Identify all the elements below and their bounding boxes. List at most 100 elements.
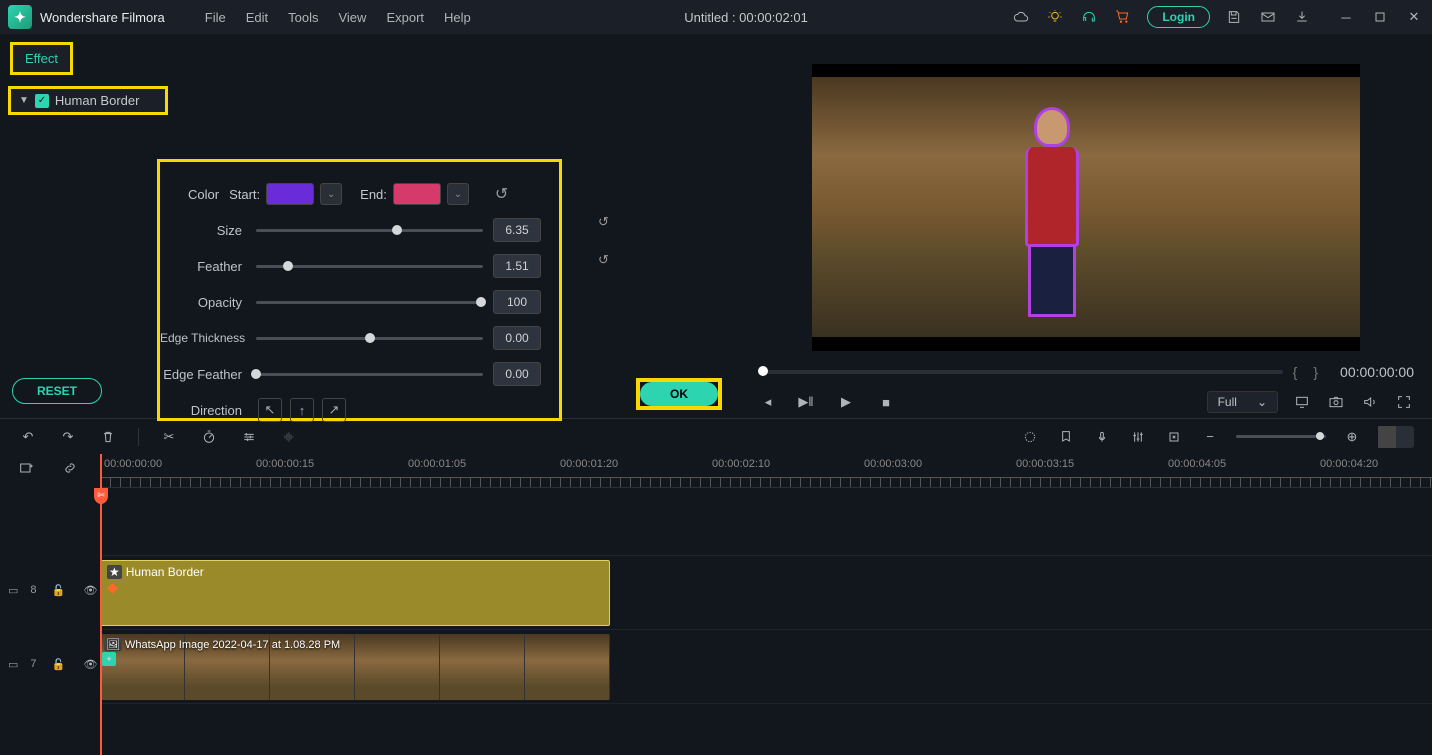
track-type-icon: ▭ [8, 658, 18, 671]
menu-export[interactable]: Export [376, 10, 434, 25]
undo-button[interactable]: ↶ [18, 427, 38, 447]
edge-thickness-slider[interactable] [256, 337, 483, 340]
param-size-row: Size 6.35 [160, 212, 541, 248]
menu-help[interactable]: Help [434, 10, 481, 25]
cart-icon[interactable] [1113, 7, 1133, 27]
timeline: 00:00:00:00 00:00:00:15 00:00:01:05 00:0… [0, 454, 1432, 755]
stop-button[interactable]: ■ [876, 392, 896, 412]
cloud-icon[interactable] [1011, 7, 1031, 27]
tick-3: 00:00:01:20 [560, 458, 618, 470]
prev-frame-button[interactable]: ◂ [758, 392, 778, 412]
snapshot-icon[interactable] [1326, 392, 1346, 412]
opacity-slider[interactable] [256, 301, 483, 304]
maximize-icon[interactable] [1370, 7, 1390, 27]
reset-button[interactable]: RESET [12, 378, 102, 404]
project-title: Untitled : 00:00:02:01 [481, 10, 1012, 25]
effect-clip-label: Human Border [126, 565, 204, 579]
time-ruler[interactable]: 00:00:00:00 00:00:00:15 00:00:01:05 00:0… [100, 454, 1432, 488]
display-icon[interactable] [1292, 392, 1312, 412]
param-edge-feather-row: Edge Feather 0.00 [160, 356, 541, 392]
close-icon[interactable]: ✕ [1404, 7, 1424, 27]
add-track-icon[interactable] [16, 458, 36, 478]
color-end-dropdown[interactable]: ⌄ [447, 183, 469, 205]
idea-icon[interactable] [1045, 7, 1065, 27]
param-feather-row: Feather 1.51 [160, 248, 541, 284]
track-size-toggle[interactable] [1378, 426, 1414, 448]
render-icon[interactable] [1020, 427, 1040, 447]
direction-up-right-button[interactable]: ↗ [322, 398, 346, 422]
mixer-icon[interactable] [1128, 427, 1148, 447]
marker-icon[interactable] [1056, 427, 1076, 447]
effect-clip[interactable]: ★Human Border ◆ [100, 560, 610, 626]
download-icon[interactable] [1292, 7, 1312, 27]
titlebar: ✦ Wondershare Filmora File Edit Tools Vi… [0, 0, 1432, 34]
mail-icon[interactable] [1258, 7, 1278, 27]
video-track[interactable]: ▭ 7 🔓 👁 🖼WhatsApp Image 2022-04-17 at 1.… [100, 630, 1432, 704]
menu-edit[interactable]: Edit [236, 10, 278, 25]
login-button[interactable]: Login [1147, 6, 1210, 28]
param-edge-feather-label: Edge Feather [160, 367, 252, 382]
reset-size-icon[interactable]: ↺ [598, 214, 609, 230]
edge-feather-slider[interactable] [256, 373, 483, 376]
delete-button[interactable] [98, 427, 118, 447]
play-button[interactable]: ▶ [836, 392, 856, 412]
headset-icon[interactable] [1079, 7, 1099, 27]
redo-button[interactable]: ↷ [58, 427, 78, 447]
menu-file[interactable]: File [195, 10, 236, 25]
video-clip[interactable]: 🖼WhatsApp Image 2022-04-17 at 1.08.28 PM… [100, 634, 610, 700]
size-slider[interactable] [256, 229, 483, 232]
effect-enable-checkbox[interactable]: ✓ [35, 94, 49, 108]
reset-feather-icon[interactable]: ↺ [598, 252, 609, 268]
reset-color-icon[interactable]: ↺ [495, 184, 508, 204]
fullscreen-icon[interactable] [1394, 392, 1414, 412]
playback-timecode: 00:00:00:00 [1340, 364, 1414, 380]
link-icon[interactable] [60, 458, 80, 478]
lock-icon[interactable]: 🔓 [49, 580, 69, 600]
color-start-swatch[interactable] [266, 183, 314, 205]
feather-value[interactable]: 1.51 [493, 254, 541, 278]
effect-track[interactable]: ▭ 8 🔓 👁 ★Human Border ◆ [100, 556, 1432, 630]
edge-feather-value[interactable]: 0.00 [493, 362, 541, 386]
marker-in-icon[interactable]: { [1293, 364, 1304, 380]
playhead[interactable]: ✄ [100, 454, 102, 755]
color-start-dropdown[interactable]: ⌄ [320, 183, 342, 205]
play-pause-button[interactable]: ▶‖ [796, 392, 816, 412]
opacity-value[interactable]: 100 [493, 290, 541, 314]
cut-button[interactable]: ✂ [159, 427, 179, 447]
speed-button[interactable] [199, 427, 219, 447]
volume-icon[interactable] [1360, 392, 1380, 412]
record-icon[interactable] [1092, 427, 1112, 447]
effect-tab[interactable]: Effect [10, 42, 73, 75]
video-preview[interactable] [812, 64, 1360, 351]
zoom-in-button[interactable]: ⊕ [1342, 427, 1362, 447]
effect-section-header[interactable]: ▼ ✓ Human Border [8, 86, 168, 115]
feather-slider[interactable] [256, 265, 483, 268]
color-end-label: End: [360, 187, 387, 202]
direction-up-left-button[interactable]: ↖ [258, 398, 282, 422]
direction-up-button[interactable]: ↑ [290, 398, 314, 422]
color-end-swatch[interactable] [393, 183, 441, 205]
menu-view[interactable]: View [328, 10, 376, 25]
playback-scrubber[interactable] [758, 370, 1283, 374]
menu-tools[interactable]: Tools [278, 10, 328, 25]
preview-panel: { } 00:00:00:00 ◂ ▶‖ ▶ ■ Full⌄ [740, 34, 1432, 418]
zoom-slider[interactable] [1236, 435, 1326, 438]
app-logo: ✦ [8, 5, 32, 29]
gem-icon: ◆ [107, 579, 603, 596]
collapse-icon[interactable]: ▼ [19, 95, 29, 106]
marker-out-icon[interactable]: } [1313, 364, 1324, 380]
visibility-icon[interactable]: 👁 [81, 654, 101, 674]
minimize-icon[interactable]: ─ [1336, 7, 1356, 27]
audio-button[interactable] [279, 427, 299, 447]
edge-thickness-value[interactable]: 0.00 [493, 326, 541, 350]
size-value[interactable]: 6.35 [493, 218, 541, 242]
crop-icon[interactable] [1164, 427, 1184, 447]
adjust-button[interactable] [239, 427, 259, 447]
ok-button[interactable]: OK [640, 382, 718, 406]
zoom-out-button[interactable]: − [1200, 427, 1220, 447]
preview-quality-select[interactable]: Full⌄ [1207, 391, 1278, 413]
visibility-icon[interactable]: 👁 [81, 580, 101, 600]
save-icon[interactable] [1224, 7, 1244, 27]
lock-icon[interactable]: 🔓 [49, 654, 69, 674]
param-edge-thickness-label: Edge Thickness [160, 331, 252, 345]
